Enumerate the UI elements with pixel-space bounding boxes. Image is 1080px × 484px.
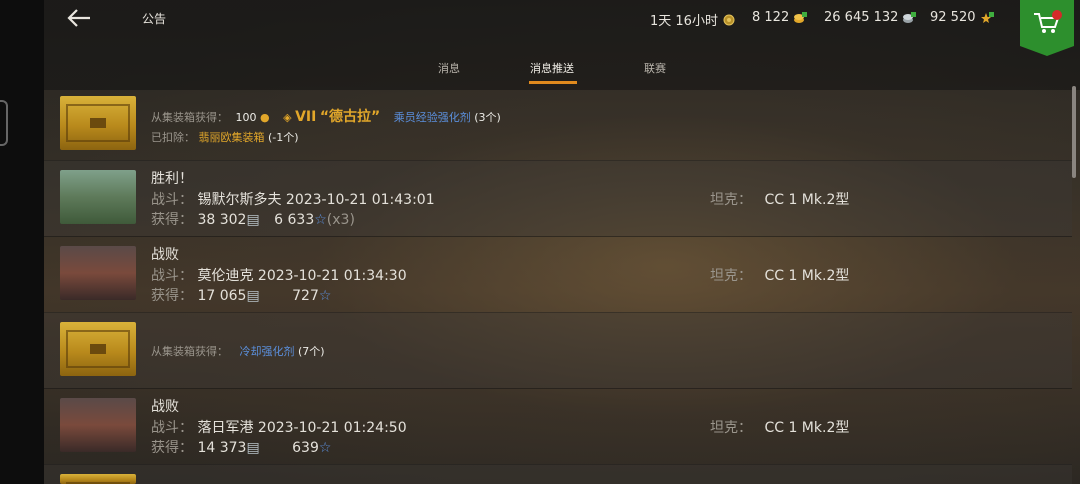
map-name: 落日军港 [197,420,254,436]
top-bar [44,0,1080,90]
premium-time-value: 1天 16小时 [650,14,718,29]
xp-multiplier: (x3) [326,212,355,228]
tank-label: 坦克： [710,268,752,284]
credits-value: 26 645 132 [824,10,899,25]
deducted-prefix: 已扣除： [151,131,195,144]
deducted-count: (-1个) [268,131,299,144]
tank-label: 坦克： [710,420,752,436]
map-name: 锡默尔斯多夫 [197,192,282,208]
tank-thumbnail [60,398,136,452]
crate-thumbnail [60,96,136,150]
xp-earned: 6 633 [274,212,315,228]
gold-coins-icon: ● [260,111,270,124]
crate-reward-line: 从集装箱获得： 冷却强化剂 (7个) [151,343,325,359]
battle-datetime: 2023-10-21 01:24:50 [257,420,407,436]
crate-deducted-line: 已扣除： 翡丽欧集装箱 (-1个) [151,129,299,145]
tank-thumbnail [60,246,136,300]
earnings-line: 获得： 17 065▤ 727☆ [151,285,331,305]
booster-count: (7个) [298,345,325,358]
credits-earned: 38 302 [197,212,247,228]
tank-line: 坦克： CC 1 Mk.2型 [710,189,849,209]
xp-earned: 639 [292,440,319,456]
xp-star-icon: ☆ [314,212,327,228]
xp-star-icon: ☆ [318,440,332,456]
gold-balance[interactable]: 8 122 [752,10,808,25]
side-drawer-handle[interactable] [0,100,8,146]
silver-coins-icon [903,11,917,23]
battle-result: 战败 [151,247,179,263]
gold-coins-icon [794,11,808,23]
premium-time: 1天 16小时 [650,10,736,29]
silver-coins-icon: ▤ [246,440,260,456]
deducted-item: 翡丽欧集装箱 [198,131,265,144]
tank-name: “德古拉” [319,109,381,125]
cart-icon [1034,10,1062,33]
tab-push-messages[interactable]: 消息推送 [530,60,574,76]
tank-line: 坦克： CC 1 Mk.2型 [710,417,849,437]
crate-thumbnail [60,322,136,376]
shop-button[interactable] [1020,0,1074,56]
tab-league[interactable]: 联赛 [644,60,666,76]
list-item[interactable] [44,464,1072,484]
credits-earned: 14 373 [197,440,247,456]
battle-datetime: 2023-10-21 01:34:30 [257,268,407,284]
booster-name: 冷却强化剂 [239,345,295,358]
list-item[interactable]: 战败 战斗： 莫伦迪克 2023-10-21 01:34:30 获得： 17 0… [44,236,1072,313]
tank-tier: VII [295,109,317,125]
battle-datetime: 2023-10-21 01:43:01 [285,192,435,208]
list-item[interactable]: 胜利！ 战斗： 锡默尔斯多夫 2023-10-21 01:43:01 获得： 3… [44,160,1072,237]
battle-label: 战斗： [151,268,193,284]
crate-reward-line: 从集装箱获得： 100 ● ◈ VII “德古拉” 乘员经验强化剂 (3个) [151,106,501,126]
free-xp-balance[interactable]: 92 520 [930,10,994,25]
earnings-label: 获得： [151,212,193,228]
silver-coins-icon: ▤ [246,212,260,228]
battle-line: 战斗： 落日军港 2023-10-21 01:24:50 [151,417,407,437]
premium-icon [723,14,735,25]
gold-value: 8 122 [752,10,790,25]
tank-model: CC 1 Mk.2型 [764,268,850,284]
crate-thumbnail [60,474,136,484]
list-item[interactable]: 从集装箱获得： 冷却强化剂 (7个) [44,312,1072,389]
battle-line: 战斗： 莫伦迪克 2023-10-21 01:34:30 [151,265,407,285]
battle-label: 战斗： [151,420,193,436]
tank-thumbnail [60,170,136,224]
tab-messages[interactable]: 消息 [438,60,460,76]
map-name: 莫伦迪克 [197,268,254,284]
free-xp-star-icon [980,11,994,23]
credits-earned: 17 065 [197,288,247,304]
reward-prefix: 从集装箱获得： [151,345,228,358]
booster-name: 乘员经验强化剂 [393,111,471,124]
free-xp-value: 92 520 [930,10,976,25]
battle-label: 战斗： [151,192,193,208]
silver-coins-icon: ▤ [246,288,260,304]
battle-result: 胜利！ [151,171,193,187]
left-edge-strip [0,0,44,484]
gold-amount: 100 [235,111,257,124]
back-arrow-icon[interactable] [64,6,94,30]
tank-line: 坦克： CC 1 Mk.2型 [710,265,849,285]
earnings-line: 获得： 38 302▤ 6 633☆(x3) [151,209,355,229]
page-title: 公告 [142,12,167,26]
earnings-label: 获得： [151,288,193,304]
battle-result: 战败 [151,399,179,415]
list-item[interactable]: 从集装箱获得： 100 ● ◈ VII “德古拉” 乘员经验强化剂 (3个) 已… [44,86,1072,161]
xp-star-icon: ☆ [318,288,332,304]
list-item[interactable]: 战败 战斗： 落日军港 2023-10-21 01:24:50 获得： 14 3… [44,388,1072,465]
tank-label: 坦克： [710,192,752,208]
credits-balance[interactable]: 26 645 132 [824,10,917,25]
tier-badge-icon: ◈ [283,111,292,124]
tank-model: CC 1 Mk.2型 [764,192,850,208]
tank-model: CC 1 Mk.2型 [764,420,850,436]
reward-prefix: 从集装箱获得： [151,111,228,124]
booster-count: (3个) [474,111,501,124]
xp-earned: 727 [292,288,319,304]
battle-line: 战斗： 锡默尔斯多夫 2023-10-21 01:43:01 [151,189,435,209]
active-tab-indicator [529,81,577,84]
scrollbar[interactable] [1072,86,1076,178]
earnings-label: 获得： [151,440,193,456]
earnings-line: 获得： 14 373▤ 639☆ [151,437,331,457]
